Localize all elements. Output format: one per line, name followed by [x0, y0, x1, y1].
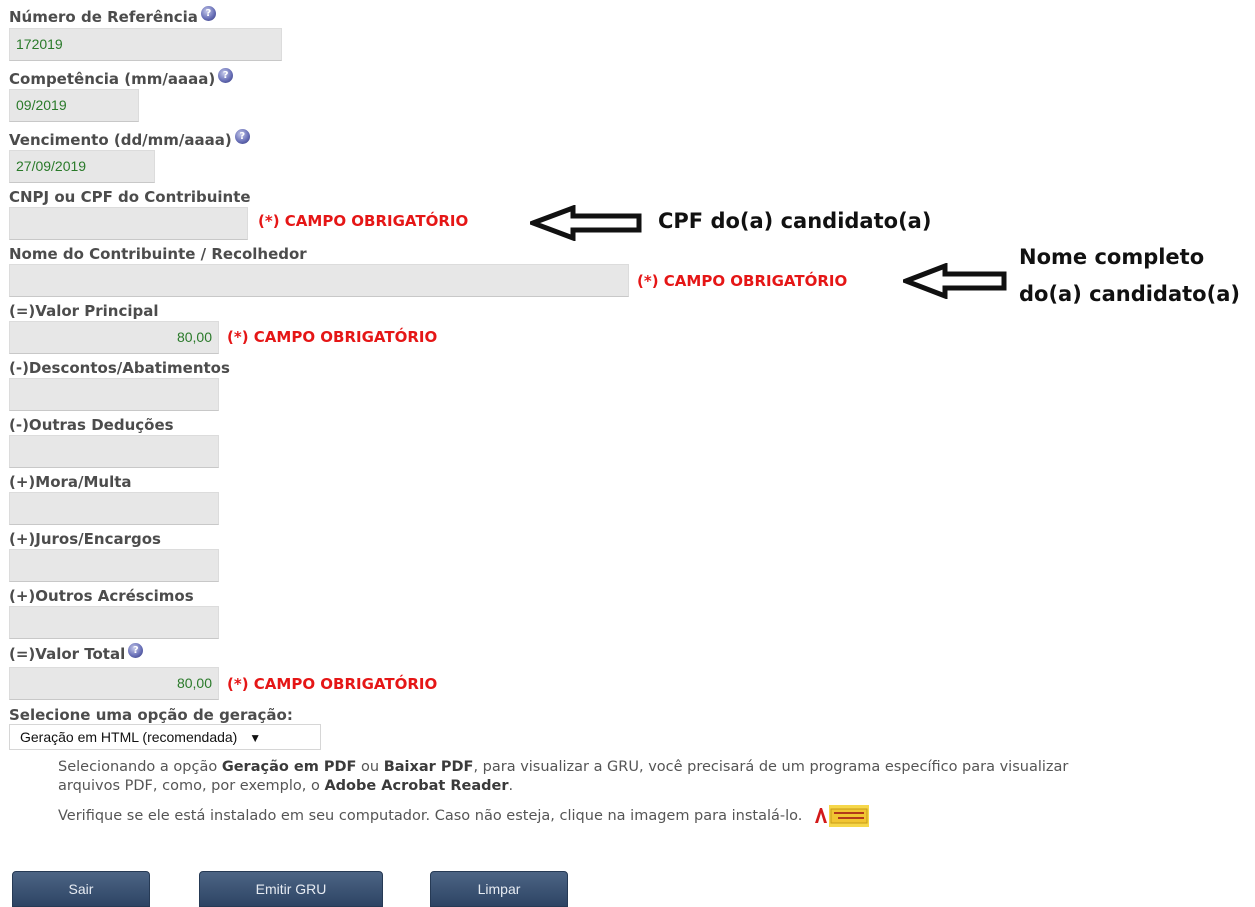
mora-input[interactable] — [9, 492, 219, 525]
left-arrow-icon — [530, 205, 642, 241]
descontos-input[interactable] — [9, 378, 219, 411]
chevron-down-icon: ▼ — [249, 731, 262, 745]
annotation-nome-line2: do(a) candidato(a) — [1019, 282, 1240, 306]
deducoes-label: (-)Outras Deduções — [9, 416, 174, 434]
principal-required-text: (*) CAMPO OBRIGATÓRIO — [227, 328, 438, 346]
principal-input[interactable]: 80,00 — [9, 321, 219, 354]
deducoes-input[interactable] — [9, 435, 219, 468]
total-required-text: (*) CAMPO OBRIGATÓRIO — [227, 675, 438, 693]
sair-button[interactable]: Sair — [12, 871, 150, 907]
acrescimos-input[interactable] — [9, 606, 219, 639]
adobe-reader-icon[interactable] — [812, 805, 869, 827]
venc-label: Vencimento (dd/mm/aaaa)? — [9, 129, 250, 149]
total-input[interactable]: 80,00 — [9, 667, 219, 700]
acrescimos-label: (+)Outros Acréscimos — [9, 587, 194, 605]
limpar-button[interactable]: Limpar — [430, 871, 568, 907]
geracao-label: Selecione uma opção de geração: — [9, 706, 293, 724]
cnpj-required-text: (*) CAMPO OBRIGATÓRIO — [258, 212, 469, 230]
install-note: Verifique se ele está instalado em seu c… — [58, 805, 869, 827]
venc-input[interactable]: 27/09/2019 — [9, 150, 155, 183]
question-mark-icon[interactable]: ? — [200, 6, 216, 21]
total-label: (=)Valor Total? — [9, 643, 144, 663]
left-arrow-icon — [903, 263, 1007, 299]
mora-label: (+)Mora/Multa — [9, 473, 132, 491]
ref-input[interactable]: 172019 — [9, 28, 282, 61]
nome-input[interactable] — [9, 264, 629, 297]
juros-label: (+)Juros/Encargos — [9, 530, 161, 548]
question-mark-icon[interactable]: ? — [234, 129, 250, 144]
juros-input[interactable] — [9, 549, 219, 582]
principal-label: (=)Valor Principal — [9, 302, 159, 320]
annotation-nome-line1: Nome completo — [1019, 245, 1205, 269]
cnpj-label: CNPJ ou CPF do Contribuinte — [9, 188, 251, 206]
question-mark-icon[interactable]: ? — [128, 643, 144, 658]
cnpj-input[interactable] — [9, 207, 248, 240]
geracao-selected: Geração em HTML (recomendada) — [20, 729, 238, 745]
emitir-gru-button[interactable]: Emitir GRU — [199, 871, 383, 907]
comp-label: Competência (mm/aaaa)? — [9, 68, 234, 88]
nome-label: Nome do Contribuinte / Recolhedor — [9, 245, 307, 263]
comp-input[interactable]: 09/2019 — [9, 89, 139, 122]
annotation-cpf: CPF do(a) candidato(a) — [658, 209, 932, 233]
ref-label: Número de Referência? — [9, 6, 216, 26]
pdf-note: Selecionando a opção Geração em PDF ou B… — [58, 759, 1069, 794]
nome-required-text: (*) CAMPO OBRIGATÓRIO — [637, 272, 848, 290]
descontos-label: (-)Descontos/Abatimentos — [9, 359, 230, 377]
geracao-select[interactable]: Geração em HTML (recomendada) ▼ — [9, 724, 321, 750]
question-mark-icon[interactable]: ? — [218, 68, 234, 83]
